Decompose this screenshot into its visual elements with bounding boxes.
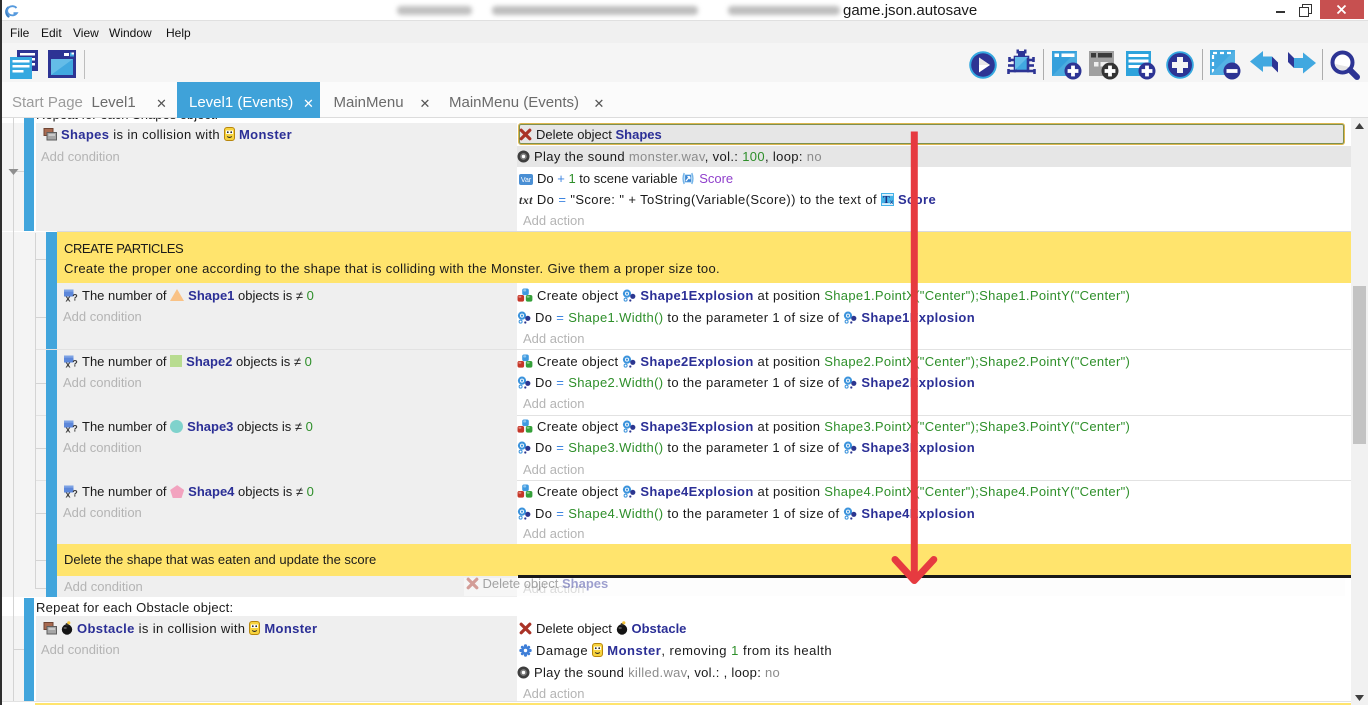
svg-text:?: ? — [72, 293, 78, 303]
svg-text:x: x — [65, 359, 70, 368]
svg-text:x: x — [65, 424, 70, 433]
svg-text:?: ? — [72, 489, 78, 499]
svg-text:x: x — [890, 199, 894, 206]
svg-text:?: ? — [72, 423, 78, 433]
svg-text:Var: Var — [521, 177, 532, 184]
svg-text:?: ? — [72, 358, 78, 368]
svg-text:T: T — [883, 195, 890, 206]
svg-text:x: x — [65, 294, 70, 303]
svg-text:x: x — [65, 490, 70, 499]
